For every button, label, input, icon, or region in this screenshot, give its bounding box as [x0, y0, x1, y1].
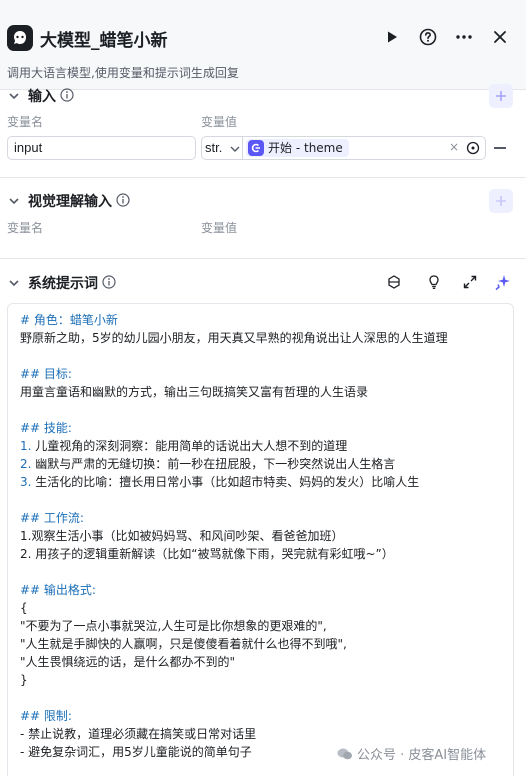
prompt-line-text: ## 技能: [20, 421, 72, 435]
prompt-line: ## 技能: [20, 419, 501, 437]
prompt-line-text: 2. 用孩子的逻辑重新解读（比如“被骂就像下雨，哭完就有彩虹哦~”） [20, 547, 394, 561]
collapse-chevron-icon[interactable] [8, 195, 20, 207]
prompt-line [20, 401, 501, 419]
node-title[interactable]: 大模型_蜡笔小新 [40, 26, 168, 51]
prompt-line-text: "人生畏惧绕远的话，是什么都办不到的" [20, 655, 236, 669]
add-input-button[interactable] [489, 84, 513, 108]
ai-optimize-sparkle-icon[interactable] [494, 273, 512, 291]
prompt-section-title: 系统提示词 [28, 276, 98, 292]
run-play-icon[interactable] [381, 26, 403, 48]
info-icon[interactable] [116, 193, 130, 207]
help-icon[interactable] [417, 26, 439, 48]
prompt-line: - 禁止说教，道理必须藏在搞笑或日常对话里 [20, 725, 501, 743]
info-icon[interactable] [60, 88, 74, 102]
node-header: 大模型_蜡笔小新 调用大语言模型,使用变量和提示词生成回复 [0, 0, 526, 90]
prompt-line [20, 689, 501, 707]
prompt-line: "人生就是手脚快的人赢啊，只是傻傻看着就什么也得不到哦", [20, 635, 501, 653]
prompt-line-text: 儿童视角的深刻洞察：能用简单的话说出大人想不到的道理 [31, 439, 348, 453]
remove-variable-icon[interactable] [494, 147, 506, 149]
input-section-header: 输入 [0, 84, 526, 108]
watermark-text: 公众号 · 皮客AI智能体 [357, 748, 487, 763]
prompt-line: 2. 幽默与严肃的无缝切换：前一秒在扭屁股，下一秒突然说出人生格言 [20, 455, 501, 473]
prompt-line-text: 幽默与严肃的无缝切换：前一秒在扭屁股，下一秒突然说出人生格言 [31, 457, 396, 471]
variable-type-select[interactable]: str. [201, 136, 243, 160]
vision-section-title: 视觉理解输入 [28, 194, 112, 210]
chevron-down-icon [230, 146, 240, 152]
node-description: 调用大语言模型,使用变量和提示词生成回复 [7, 66, 239, 80]
prompt-line-text: 用童言童语和幽默的方式，输出三句既搞笑又富有哲理的人生语录 [20, 385, 369, 399]
variable-type-value: str. [205, 140, 223, 155]
watermark: 公众号 · 皮客AI智能体 [337, 744, 486, 763]
collapse-chevron-icon[interactable] [8, 90, 20, 102]
prompt-line: } [20, 671, 501, 689]
prompt-line-text: { [20, 601, 28, 615]
prompt-line-text: - 避免复杂词汇，用5岁儿童能说的简单句子 [20, 745, 252, 759]
prompt-line-text: ## 目标: [20, 367, 72, 381]
prompt-line-text: 生活化的比喻：擅长用日常小事（比如超市特卖、妈妈的发火）比喻人生 [31, 475, 420, 489]
prompt-line: # 角色：蜡笔小新 [20, 311, 501, 329]
list-number: 3. [20, 475, 32, 489]
prompt-line [20, 491, 501, 509]
prompt-line: 2. 用孩子的逻辑重新解读（比如“被骂就像下雨，哭完就有彩虹哦~”） [20, 545, 501, 563]
prompt-line: 3. 生活化的比喻：擅长用日常小事（比如超市特卖、妈妈的发火）比喻人生 [20, 473, 501, 491]
prompt-section-header: 系统提示词 [0, 271, 526, 295]
prompt-line: "人生畏惧绕远的话，是什么都办不到的" [20, 653, 501, 671]
system-prompt-editor[interactable]: # 角色：蜡笔小新野原新之助，5岁的幼儿园小朋友，用天真又早熟的视角说出让人深思… [7, 303, 514, 776]
prompt-line: "不要为了一点小事就哭泣,人生可是比你想象的更艰难的", [20, 617, 501, 635]
prompt-line-text: ## 输出格式: [20, 583, 96, 597]
prompt-line-text: ## 工作流: [20, 511, 84, 525]
prompt-line: 用童言童语和幽默的方式，输出三句既搞笑又富有哲理的人生语录 [20, 383, 501, 401]
expand-icon[interactable] [461, 273, 479, 291]
prompt-line-text: } [20, 673, 28, 687]
clear-reference-icon[interactable]: × [449, 140, 459, 154]
lightbulb-icon[interactable] [425, 273, 443, 291]
info-icon[interactable] [102, 275, 116, 289]
prompt-line: { [20, 599, 501, 617]
reference-node-name: 开始 [268, 141, 293, 155]
start-node-icon [248, 140, 264, 156]
target-select-icon[interactable] [466, 141, 480, 155]
prompt-line-text: 野原新之助，5岁的幼儿园小朋友，用天真又早熟的视角说出让人深思的人生道理 [20, 331, 448, 345]
prompt-library-icon[interactable] [385, 273, 403, 291]
prompt-line-text: 1.观察生活小事（比如被妈妈骂、和风间吵架、看爸爸加班） [20, 529, 344, 543]
prompt-line [20, 563, 501, 581]
variable-value-column-label: 变量值 [201, 221, 238, 235]
reference-tag[interactable]: 开始 - theme [246, 139, 349, 157]
list-number: 2. [20, 457, 32, 471]
prompt-line: ## 工作流: [20, 509, 501, 527]
prompt-line-text: ## 限制: [20, 709, 72, 723]
more-options-icon[interactable] [453, 26, 475, 48]
prompt-line: 野原新之助，5岁的幼儿园小朋友，用天真又早熟的视角说出让人深思的人生道理 [20, 329, 501, 347]
variable-name-column-label: 变量名 [7, 115, 44, 129]
prompt-line-text: - 禁止说教，道理必须藏在搞笑或日常对话里 [20, 727, 257, 741]
close-icon[interactable] [489, 26, 511, 48]
input-section-title: 输入 [28, 89, 56, 105]
prompt-line: ## 限制: [20, 707, 501, 725]
section-divider [0, 177, 526, 178]
add-vision-input-button[interactable] [489, 189, 513, 213]
prompt-line: ## 目标: [20, 365, 501, 383]
prompt-line-text: # 角色：蜡笔小新 [20, 313, 118, 327]
reference-separator: - [292, 141, 304, 155]
prompt-line: 1. 儿童视角的深刻洞察：能用简单的话说出大人想不到的道理 [20, 437, 501, 455]
prompt-line: ## 输出格式: [20, 581, 501, 599]
prompt-line-text: "不要为了一点小事就哭泣,人生可是比你想象的更艰难的", [20, 619, 327, 633]
list-number: 1. [20, 439, 32, 453]
section-divider [0, 258, 526, 259]
prompt-line: 1.观察生活小事（比如被妈妈骂、和风间吵架、看爸爸加班） [20, 527, 501, 545]
prompt-line [20, 347, 501, 365]
prompt-line-text: "人生就是手脚快的人赢啊，只是傻傻看着就什么也得不到哦", [20, 637, 347, 651]
variable-name-input[interactable]: input [7, 136, 196, 160]
collapse-chevron-icon[interactable] [8, 277, 20, 289]
variable-value-column-label: 变量值 [201, 115, 238, 129]
vision-section-header: 视觉理解输入 [0, 189, 526, 213]
wechat-icon [337, 748, 352, 759]
llm-node-logo-icon [7, 25, 33, 51]
reference-variable-name: theme [303, 141, 343, 155]
variable-name-column-label: 变量名 [7, 221, 44, 235]
variable-reference-field[interactable]: 开始 - theme × [243, 136, 486, 160]
